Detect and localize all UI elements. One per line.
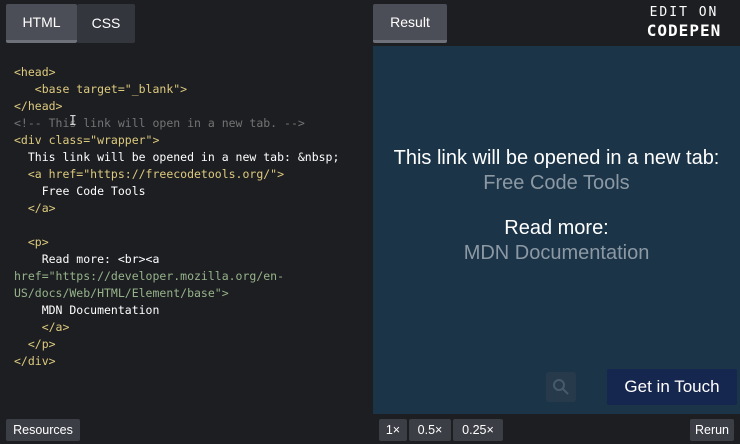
code-line: This link will be opened in a new tab: &… <box>14 150 340 164</box>
code-line: Free Code Tools <box>14 184 146 198</box>
code-line: <p> <box>14 235 49 249</box>
edit-on-label: EDIT ON <box>649 5 719 20</box>
rerun-button[interactable]: Rerun <box>690 419 734 441</box>
top-bar: HTML CSS Result EDIT ON CODEPEN <box>0 0 740 46</box>
code-line: href="https://developer.mozilla.org/en- <box>14 269 285 283</box>
preview-text: This link will be opened in a new tab: <box>393 147 720 169</box>
zoom-05x-button[interactable]: 0.5× <box>409 419 451 441</box>
code-block[interactable]: <head> <base target="_blank"> </head> <!… <box>0 46 372 370</box>
html-editor[interactable]: <head> <base target="_blank"> </head> <!… <box>0 46 372 414</box>
bottom-bar: Resources 1× 0.5× 0.25× Rerun <box>0 414 740 444</box>
read-more-label: Read more: <box>504 217 609 239</box>
mdn-documentation-link[interactable]: MDN Documentation <box>373 240 740 266</box>
tab-css[interactable]: CSS <box>77 4 135 43</box>
resources-button[interactable]: Resources <box>6 419 80 441</box>
tab-html[interactable]: HTML <box>6 4 77 43</box>
preview-wrapper: This link will be opened in a new tab: F… <box>373 146 740 266</box>
code-line: </p> <box>14 337 56 351</box>
code-line: </head> <box>14 99 63 113</box>
code-line: </a> <box>14 320 70 334</box>
search-button[interactable] <box>546 372 576 402</box>
code-line: </div> <box>14 354 56 368</box>
get-in-touch-button[interactable]: Get in Touch <box>607 369 737 405</box>
text-cursor-icon: I <box>69 114 77 129</box>
search-icon <box>553 379 569 395</box>
free-code-tools-link[interactable]: Free Code Tools <box>373 170 740 196</box>
code-line: <a href="https://freecodetools.org/"> <box>14 167 285 181</box>
code-line: <div class="wrapper"> <box>14 133 160 147</box>
result-preview: This link will be opened in a new tab: F… <box>373 46 740 414</box>
edit-on-codepen-link[interactable]: EDIT ON CODEPEN <box>634 5 734 41</box>
code-line: <head> <box>14 65 56 79</box>
code-line: Read more: <br><a <box>14 252 160 266</box>
codepen-logo-text: CODEPEN <box>646 21 722 40</box>
tab-result[interactable]: Result <box>373 4 447 43</box>
zoom-025x-button[interactable]: 0.25× <box>453 419 503 441</box>
zoom-1x-button[interactable]: 1× <box>379 419 407 441</box>
code-line: US/docs/Web/HTML/Element/base"> <box>14 286 229 300</box>
code-line: </a> <box>14 201 56 215</box>
code-line: MDN Documentation <box>14 303 160 317</box>
code-line: <!-- This link will open in a new tab. -… <box>14 116 305 130</box>
code-line: <base target="_blank"> <box>14 82 188 96</box>
